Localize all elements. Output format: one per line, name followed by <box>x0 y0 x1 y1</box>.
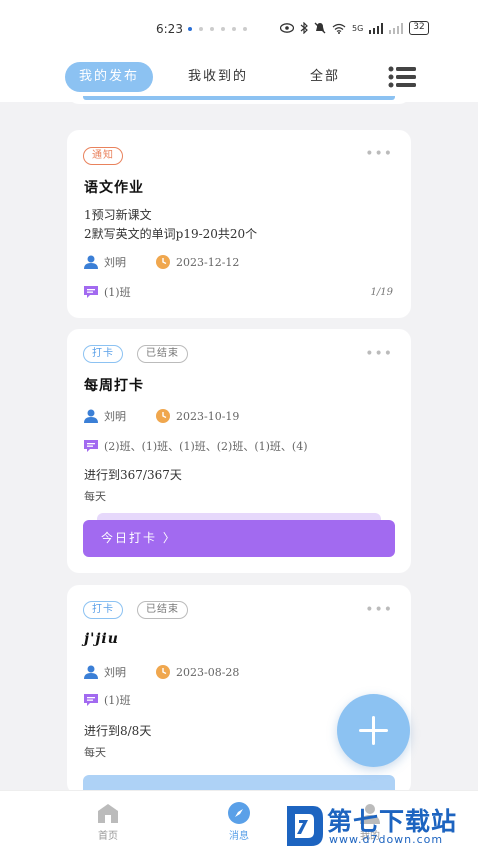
post-date: 2023-12-12 <box>176 255 240 269</box>
signal-icon <box>369 22 384 34</box>
nav-home[interactable]: 首页 <box>78 801 138 842</box>
watermark: 第七下载站 www.d7down.com <box>283 800 478 850</box>
class-icon <box>84 440 98 452</box>
more-icon[interactable]: ••• <box>365 146 393 162</box>
class-icon <box>84 286 98 298</box>
checkin-frequency: 每天 <box>84 746 106 759</box>
battery-icon: 32 <box>409 21 429 35</box>
wifi-icon <box>332 23 346 34</box>
post-meta: 刘明 2023-08-28 <box>84 664 239 680</box>
watermark-url: www.d7down.com <box>329 833 444 846</box>
nav-home-label: 首页 <box>98 831 118 842</box>
checkin-today-button[interactable]: 今日打卡 〉 <box>83 520 395 557</box>
nav-messages-label: 消息 <box>229 831 249 842</box>
post-card[interactable]: 打卡 已结束 ••• 每周打卡 刘明 2023-10-19 (2)班、(1)班、… <box>67 329 411 573</box>
class-list: (1)班 <box>104 286 131 299</box>
class-row: (2)班、(1)班、(1)班、(2)班、(1)班、(4) <box>84 438 308 454</box>
post-title: j'jiu <box>84 631 119 647</box>
post-title: 每周打卡 <box>84 378 144 394</box>
eye-icon <box>280 23 294 33</box>
author-name: 刘明 <box>104 666 126 679</box>
checkin-frequency: 每天 <box>84 490 106 503</box>
status-tag: 已结束 <box>137 345 188 363</box>
author-name: 刘明 <box>104 256 126 269</box>
status-tag: 已结束 <box>137 601 188 619</box>
mute-icon <box>314 22 326 34</box>
person-icon <box>84 255 98 269</box>
type-tag: 打卡 <box>83 345 123 363</box>
compass-icon <box>228 802 250 824</box>
post-meta: 刘明 2023-10-19 <box>84 408 239 424</box>
class-list: (1)班 <box>104 694 131 707</box>
post-line: 1预习新课文 <box>84 208 152 222</box>
bluetooth-icon <box>300 22 308 34</box>
add-post-button[interactable] <box>337 694 410 767</box>
post-title: 语文作业 <box>84 180 144 196</box>
checkin-progress: 进行到367/367天 <box>84 468 182 482</box>
class-list: (2)班、(1)班、(1)班、(2)班、(1)班、(4) <box>104 440 308 453</box>
more-icon[interactable]: ••• <box>365 346 393 362</box>
signal-type: 5G <box>352 23 364 33</box>
more-icon[interactable]: ••• <box>365 602 393 618</box>
class-row: (1)班 <box>84 284 131 300</box>
tab-received[interactable]: 我收到的 <box>178 62 258 92</box>
home-icon <box>98 804 118 823</box>
post-date: 2023-08-28 <box>176 665 240 679</box>
type-tag: 打卡 <box>83 601 123 619</box>
nav-messages[interactable]: 消息 <box>209 801 269 842</box>
page-dots <box>188 27 247 31</box>
clock-icon <box>156 665 170 679</box>
class-icon <box>84 694 98 706</box>
status-time: 6:23 <box>156 22 183 36</box>
person-icon <box>84 665 98 679</box>
signal-2-icon <box>389 22 404 34</box>
post-card[interactable]: 通知 ••• 语文作业 1预习新课文 2默写英文的单词p19-20共20个 刘明… <box>67 130 411 318</box>
post-meta: 刘明 2023-12-12 <box>84 254 239 270</box>
type-tag: 通知 <box>83 147 123 165</box>
clock-icon <box>156 409 170 423</box>
watermark-logo-icon <box>287 806 323 846</box>
post-date: 2023-10-19 <box>176 409 240 423</box>
read-count: 1/19 <box>370 287 393 298</box>
checkin-progress: 进行到8/8天 <box>84 724 152 738</box>
class-row: (1)班 <box>84 692 131 708</box>
clock-icon <box>156 255 170 269</box>
person-icon <box>84 409 98 423</box>
status-bar: 6:23 5G 32 <box>0 0 478 56</box>
status-icons: 5G 32 <box>280 21 429 35</box>
tab-all[interactable]: 全部 <box>300 62 350 92</box>
author-name: 刘明 <box>104 410 126 423</box>
post-line: 2默写英文的单词p19-20共20个 <box>84 227 258 241</box>
list-menu-icon[interactable] <box>388 66 416 88</box>
prev-card <box>67 92 411 104</box>
tab-my-posts[interactable]: 我的发布 <box>65 62 153 92</box>
